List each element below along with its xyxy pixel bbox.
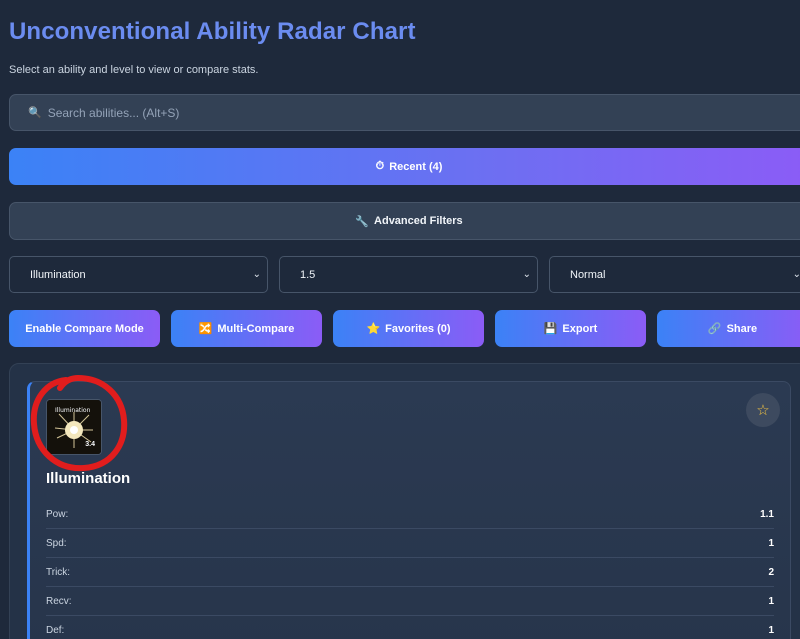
wrench-icon: 🔧 — [355, 215, 370, 228]
stopwatch-icon: ⏱ — [375, 160, 385, 172]
ability-select-value: Illumination — [30, 268, 86, 281]
stat-label: Pow: — [46, 508, 69, 520]
chevron-down-icon: ⌄ — [252, 269, 261, 280]
stat-row: Spd: 1 — [46, 529, 774, 558]
compare-mode-label: Enable Compare Mode — [25, 322, 144, 335]
chevron-down-icon: ⌄ — [522, 269, 531, 280]
recent-button[interactable]: ⏱ Recent (4) — [9, 148, 800, 185]
mode-select-value: Normal — [570, 268, 606, 281]
floppy-disk-icon: 💾 — [543, 323, 558, 335]
advanced-filters-label: Advanced Filters — [374, 215, 463, 227]
stat-label: Recv: — [46, 595, 72, 607]
page-title: Unconventional Ability Radar Chart — [9, 18, 416, 45]
stat-value: 1.1 — [760, 508, 774, 520]
stat-value: 1 — [768, 537, 774, 549]
link-icon: 🔗 — [707, 323, 722, 335]
multi-compare-button[interactable]: 🔀 Multi-Compare — [171, 310, 322, 347]
favorites-button[interactable]: ⭐ Favorites (0) — [333, 310, 484, 347]
stat-label: Spd: — [46, 537, 67, 549]
advanced-filters-button[interactable]: 🔧 Advanced Filters — [9, 202, 800, 240]
search-icon: 🔍 — [28, 107, 42, 119]
stat-row: Def: 1 — [46, 616, 774, 639]
chevron-down-icon: ⌄ — [792, 269, 800, 280]
export-label: Export — [562, 322, 598, 335]
stats-list: Pow: 1.1 Spd: 1 Trick: 2 Recv: 1 Def: 1 — [46, 500, 774, 639]
favorite-toggle-button[interactable]: ☆ — [746, 393, 780, 427]
shuffle-icon: 🔀 — [198, 323, 213, 335]
ability-name: Illumination — [46, 470, 131, 487]
recent-label: Recent (4) — [389, 160, 443, 173]
search-bar[interactable]: 🔍 — [9, 94, 800, 131]
star-outline-icon: ☆ — [756, 402, 770, 419]
export-button[interactable]: 💾 Export — [495, 310, 646, 347]
stat-value: 1 — [768, 595, 774, 607]
level-select-value: 1.5 — [300, 268, 316, 281]
favorites-label: Favorites (0) — [385, 322, 451, 335]
compare-mode-button[interactable]: Enable Compare Mode — [9, 310, 160, 347]
search-input[interactable] — [47, 105, 648, 120]
share-button[interactable]: 🔗 Share — [657, 310, 800, 347]
level-select[interactable]: 1.5 ⌄ — [279, 256, 538, 293]
stat-value: 1 — [768, 624, 774, 636]
page-subtitle: Select an ability and level to view or c… — [9, 64, 259, 76]
stat-label: Def: — [46, 624, 65, 636]
share-label: Share — [726, 322, 758, 335]
ability-select[interactable]: Illumination ⌄ — [9, 256, 268, 293]
page: Unconventional Ability Radar Chart Selec… — [0, 0, 800, 639]
stat-value: 2 — [768, 566, 774, 578]
stat-row: Recv: 1 — [46, 587, 774, 616]
annotation-circle — [30, 374, 128, 472]
multi-compare-label: Multi-Compare — [217, 322, 295, 335]
star-icon: ⭐ — [366, 323, 381, 335]
stat-row: Trick: 2 — [46, 558, 774, 587]
stat-label: Trick: — [46, 566, 71, 578]
stat-row: Pow: 1.1 — [46, 500, 774, 529]
mode-select[interactable]: Normal ⌄ — [549, 256, 800, 293]
